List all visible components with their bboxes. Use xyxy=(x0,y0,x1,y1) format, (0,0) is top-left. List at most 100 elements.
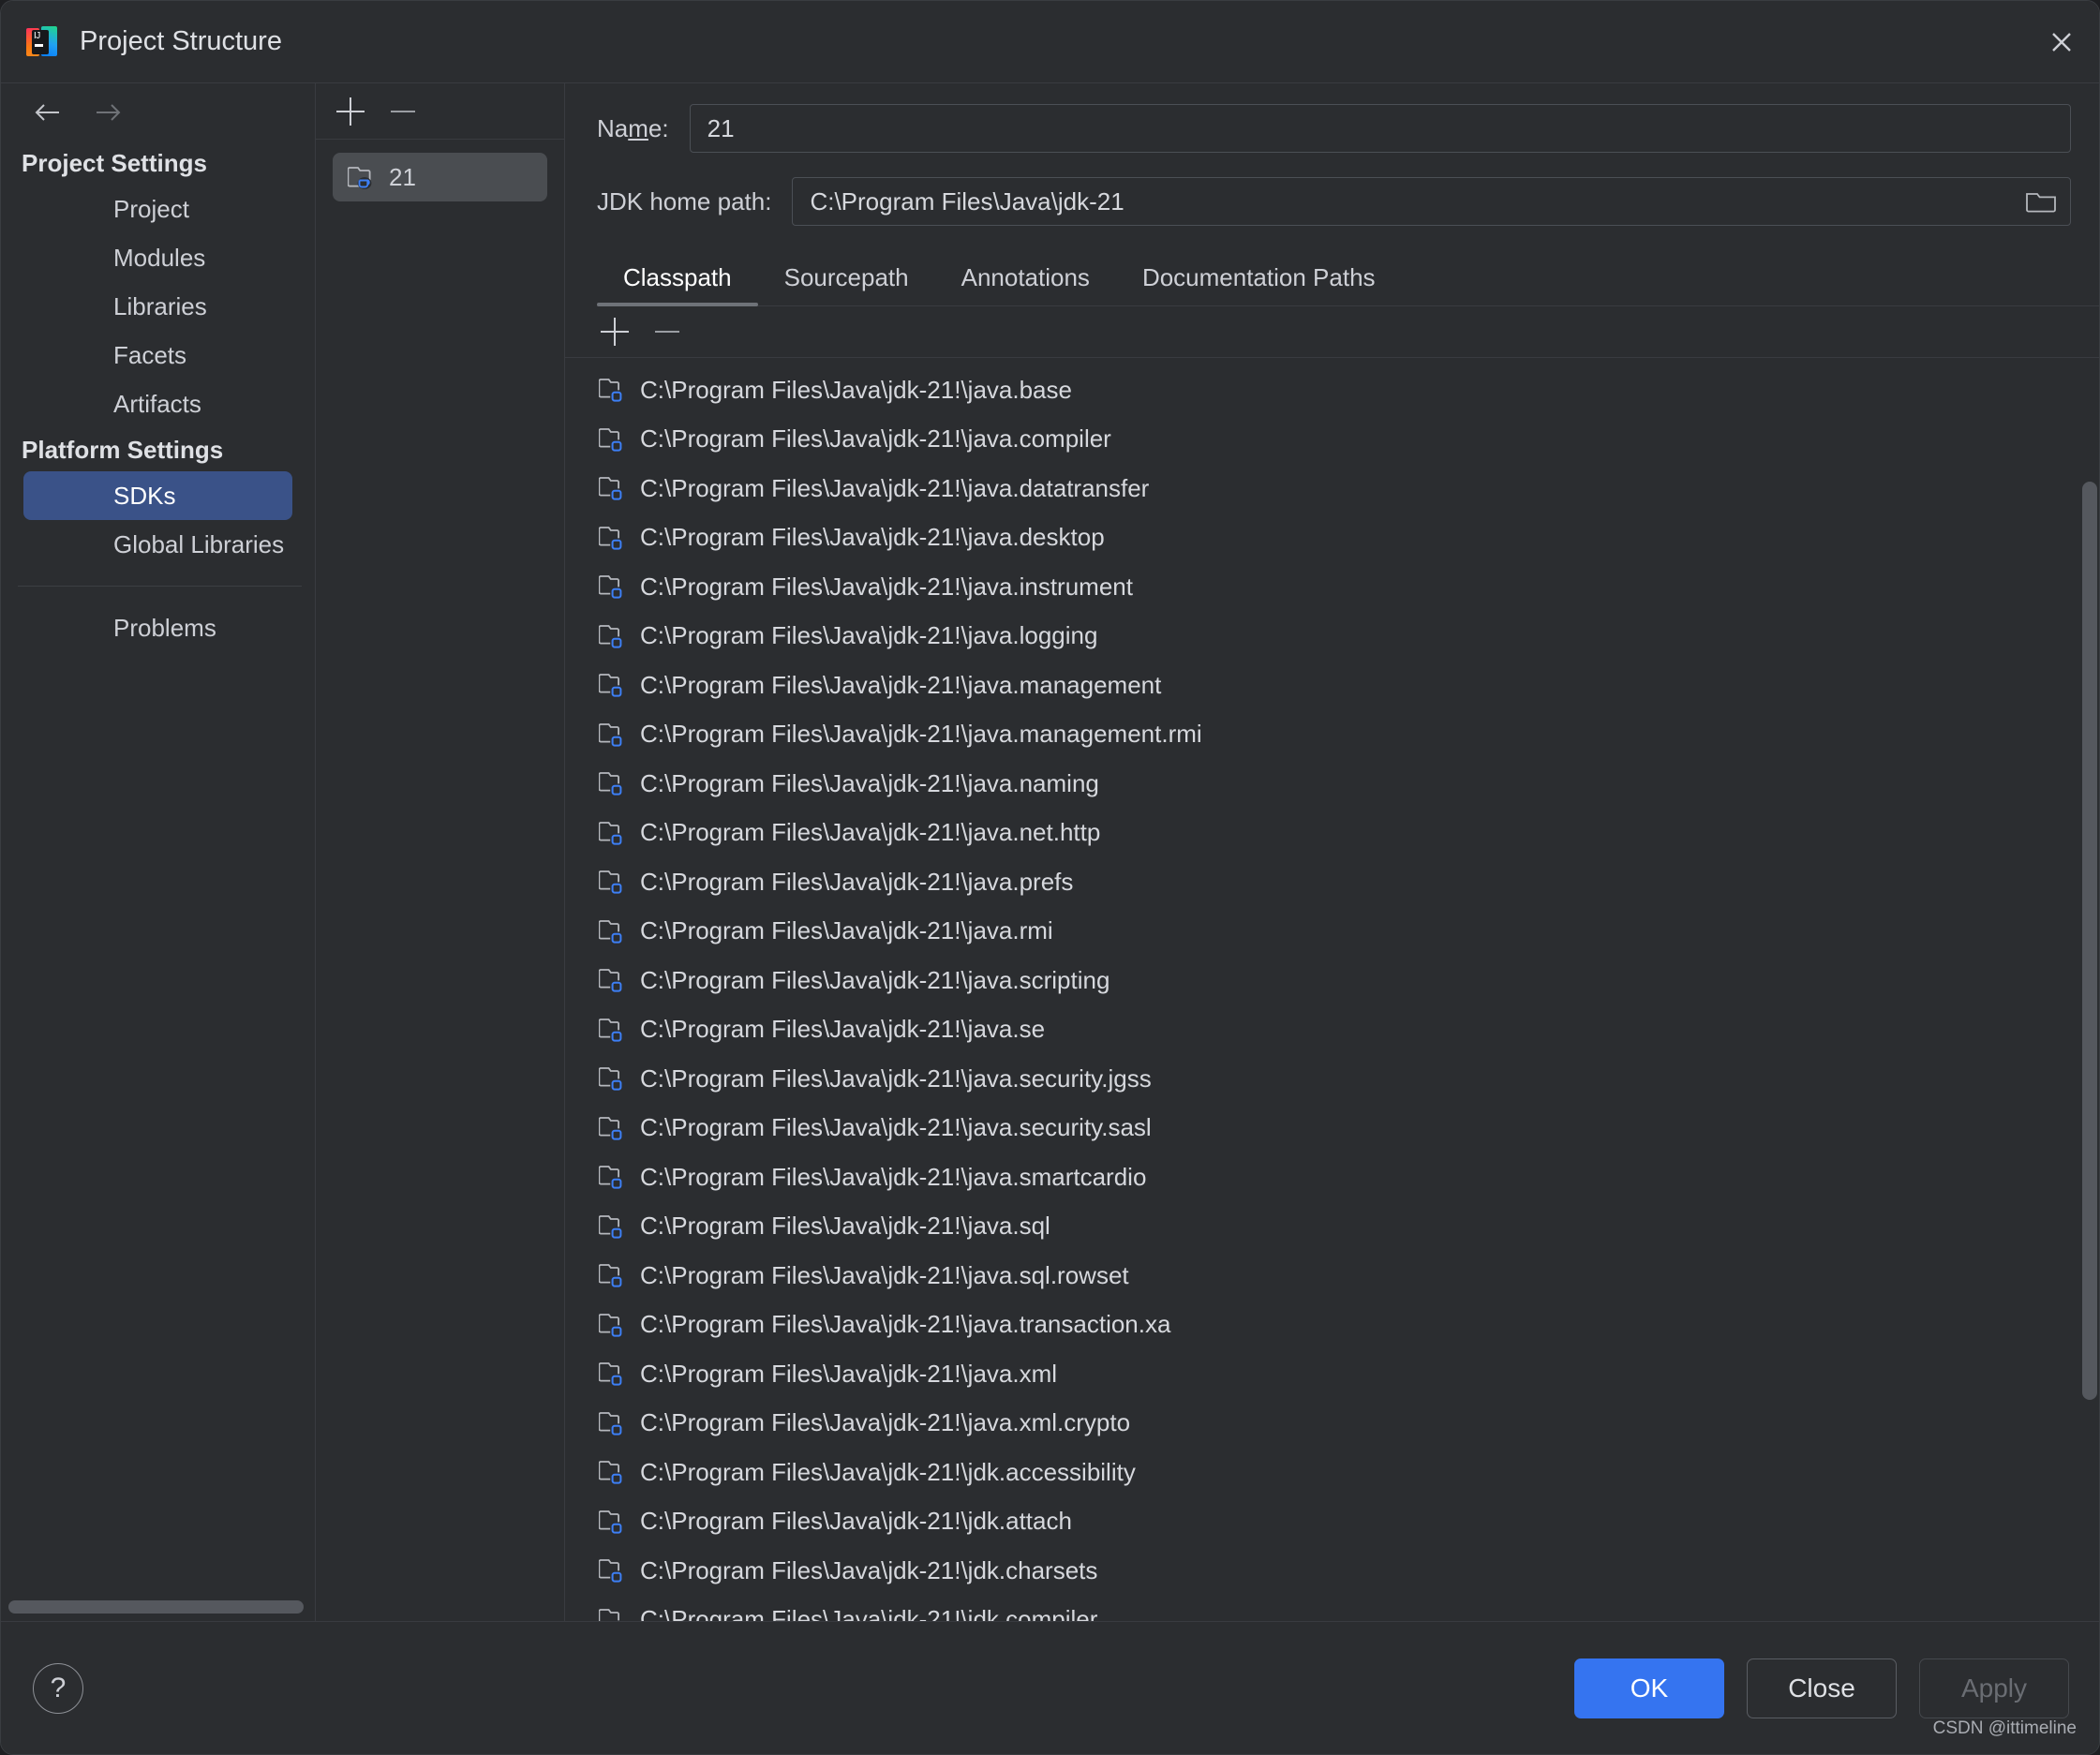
help-icon[interactable]: ? xyxy=(33,1662,83,1714)
classpath-vertical-scrollbar[interactable] xyxy=(2082,482,2097,1400)
sidebar-item-facets[interactable]: Facets xyxy=(23,331,292,379)
module-folder-icon xyxy=(598,376,627,404)
dialog-body: Project Settings Project Modules Librari… xyxy=(1,83,2099,1621)
classpath-entry-row[interactable]: C:\Program Files\Java\jdk-21!\java.rmi xyxy=(565,907,2099,957)
classpath-entry-label: C:\Program Files\Java\jdk-21!\java.sql.r… xyxy=(640,1260,1129,1289)
classpath-entry-row[interactable]: C:\Program Files\Java\jdk-21!\jdk.access… xyxy=(565,1448,2099,1497)
sidebar-heading-project-settings: Project Settings xyxy=(22,149,207,177)
classpath-entry-row[interactable]: C:\Program Files\Java\jdk-21!\java.instr… xyxy=(565,562,2099,612)
classpath-entry-label: C:\Program Files\Java\jdk-21!\java.se xyxy=(640,1015,1046,1044)
jdk-folder-icon xyxy=(347,163,376,191)
classpath-entry-label: C:\Program Files\Java\jdk-21!\java.namin… xyxy=(640,768,1099,797)
window-title: Project Structure xyxy=(80,26,282,56)
name-input[interactable]: 21 xyxy=(689,104,2071,153)
classpath-entry-row[interactable]: C:\Program Files\Java\jdk-21!\java.deskt… xyxy=(565,513,2099,563)
module-folder-icon xyxy=(598,1606,627,1621)
module-folder-icon xyxy=(598,1311,627,1339)
sidebar-item-libraries[interactable]: Libraries xyxy=(23,282,292,331)
classpath-entry-row[interactable]: C:\Program Files\Java\jdk-21!\java.trans… xyxy=(565,1301,2099,1350)
classpath-entry-row[interactable]: C:\Program Files\Java\jdk-21!\jdk.charse… xyxy=(565,1546,2099,1596)
ok-button[interactable]: OK xyxy=(1574,1658,1724,1718)
classpath-entry-row[interactable]: C:\Program Files\Java\jdk-21!\java.prefs xyxy=(565,857,2099,907)
module-folder-icon xyxy=(598,573,627,601)
classpath-entry-row[interactable]: C:\Program Files\Java\jdk-21!\java.scrip… xyxy=(565,956,2099,1005)
tab-sourcepath[interactable]: Sourcepath xyxy=(758,258,935,305)
close-button[interactable]: Close xyxy=(1747,1658,1897,1718)
apply-button: Apply xyxy=(1919,1658,2069,1718)
sidebar-item-problems[interactable]: Problems xyxy=(23,603,292,652)
module-folder-icon xyxy=(598,1114,627,1142)
tab-documentation-paths[interactable]: Documentation Paths xyxy=(1116,258,1402,305)
sidebar-item-artifacts[interactable]: Artifacts xyxy=(23,379,292,428)
classpath-entry-label: C:\Program Files\Java\jdk-21!\java.xml.c… xyxy=(640,1408,1131,1437)
name-field-label: Name: xyxy=(597,113,669,142)
tab-classpath[interactable]: Classpath xyxy=(597,258,758,306)
classpath-entry-row[interactable]: C:\Program Files\Java\jdk-21!\java.net.h… xyxy=(565,809,2099,858)
add-classpath-entry-icon[interactable] xyxy=(601,318,629,346)
classpath-entry-row[interactable]: C:\Program Files\Java\jdk-21!\java.manag… xyxy=(565,710,2099,760)
sdk-list-item-label: 21 xyxy=(389,162,416,191)
settings-sidebar: Project Settings Project Modules Librari… xyxy=(1,83,316,1621)
remove-classpath-entry-icon[interactable] xyxy=(653,318,681,346)
classpath-entry-row[interactable]: C:\Program Files\Java\jdk-21!\java.xml.c… xyxy=(565,1399,2099,1449)
module-folder-icon xyxy=(598,671,627,699)
sdk-detail-panel: Name: 21 JDK home path: C:\Program Files… xyxy=(565,83,2099,1621)
classpath-entry-label: C:\Program Files\Java\jdk-21!\jdk.compil… xyxy=(640,1605,1098,1621)
classpath-entry-label: C:\Program Files\Java\jdk-21!\java.net.h… xyxy=(640,818,1101,847)
classpath-entry-label: C:\Program Files\Java\jdk-21!\java.base xyxy=(640,375,1072,404)
classpath-entry-row[interactable]: C:\Program Files\Java\jdk-21!\java.sql xyxy=(565,1202,2099,1252)
sidebar-item-sdks[interactable]: SDKs xyxy=(23,471,292,520)
classpath-entry-row[interactable]: C:\Program Files\Java\jdk-21!\jdk.compil… xyxy=(565,1596,2099,1621)
classpath-entry-label: C:\Program Files\Java\jdk-21!\jdk.access… xyxy=(640,1457,1136,1486)
arrow-right-icon xyxy=(95,100,123,125)
module-folder-icon xyxy=(598,868,627,896)
jdk-home-path-label: JDK home path: xyxy=(597,186,772,216)
classpath-entry-label: C:\Program Files\Java\jdk-21!\java.prefs xyxy=(640,867,1074,896)
folder-browse-icon[interactable] xyxy=(2025,187,2057,216)
classpath-entry-label: C:\Program Files\Java\jdk-21!\java.instr… xyxy=(640,572,1133,601)
close-icon[interactable] xyxy=(2039,20,2084,65)
classpath-entry-row[interactable]: C:\Program Files\Java\jdk-21!\java.compi… xyxy=(565,415,2099,465)
classpath-entry-row[interactable]: C:\Program Files\Java\jdk-21!\java.se xyxy=(565,1005,2099,1055)
classpath-entry-row[interactable]: C:\Program Files\Java\jdk-21!\java.datat… xyxy=(565,464,2099,513)
classpath-entry-label: C:\Program Files\Java\jdk-21!\java.compi… xyxy=(640,424,1111,454)
classpath-entry-row[interactable]: C:\Program Files\Java\jdk-21!\java.loggi… xyxy=(565,612,2099,662)
classpath-entry-row[interactable]: C:\Program Files\Java\jdk-21!\java.namin… xyxy=(565,759,2099,809)
module-folder-icon xyxy=(598,966,627,994)
module-folder-icon xyxy=(598,1458,627,1486)
module-folder-icon xyxy=(598,1016,627,1044)
classpath-entry-label: C:\Program Files\Java\jdk-21!\java.rmi xyxy=(640,916,1053,945)
remove-sdk-icon[interactable] xyxy=(389,97,417,126)
classpath-entry-label: C:\Program Files\Java\jdk-21!\jdk.attach xyxy=(640,1507,1072,1536)
sidebar-item-project[interactable]: Project xyxy=(23,185,292,233)
classpath-entry-label: C:\Program Files\Java\jdk-21!\java.secur… xyxy=(640,1063,1152,1093)
classpath-entry-row[interactable]: C:\Program Files\Java\jdk-21!\java.manag… xyxy=(565,661,2099,710)
tab-annotations[interactable]: Annotations xyxy=(935,258,1116,305)
classpath-entry-row[interactable]: C:\Program Files\Java\jdk-21!\java.secur… xyxy=(565,1054,2099,1104)
jdk-home-path-input[interactable]: C:\Program Files\Java\jdk-21 xyxy=(792,177,2071,226)
module-folder-icon xyxy=(598,1212,627,1241)
classpath-entry-row[interactable]: C:\Program Files\Java\jdk-21!\java.secur… xyxy=(565,1104,2099,1153)
module-folder-icon xyxy=(598,1163,627,1191)
arrow-left-icon[interactable] xyxy=(33,100,61,125)
module-folder-icon xyxy=(598,1556,627,1584)
classpath-entry-row[interactable]: C:\Program Files\Java\jdk-21!\java.smart… xyxy=(565,1153,2099,1202)
classpath-entry-row[interactable]: C:\Program Files\Java\jdk-21!\java.base xyxy=(565,365,2099,415)
module-folder-icon xyxy=(598,1409,627,1437)
classpath-entry-row[interactable]: C:\Program Files\Java\jdk-21!\java.sql.r… xyxy=(565,1251,2099,1301)
classpath-entry-row[interactable]: C:\Program Files\Java\jdk-21!\jdk.attach xyxy=(565,1497,2099,1547)
sidebar-horizontal-scrollbar[interactable] xyxy=(8,1600,304,1614)
title-bar: IJ Project Structure xyxy=(1,1,2099,83)
classpath-entry-label: C:\Program Files\Java\jdk-21!\java.manag… xyxy=(640,670,1162,699)
module-folder-icon xyxy=(598,425,627,454)
sidebar-item-global-libraries[interactable]: Global Libraries xyxy=(23,520,292,569)
classpath-entry-label: C:\Program Files\Java\jdk-21!\java.smart… xyxy=(640,1162,1147,1191)
classpath-entry-row[interactable]: C:\Program Files\Java\jdk-21!\java.xml xyxy=(565,1349,2099,1399)
classpath-entry-list[interactable]: C:\Program Files\Java\jdk-21!\java.base C… xyxy=(565,358,2099,1621)
add-sdk-icon[interactable] xyxy=(336,97,365,126)
classpath-entry-label: C:\Program Files\Java\jdk-21!\java.trans… xyxy=(640,1310,1171,1339)
sidebar-item-modules[interactable]: Modules xyxy=(23,233,292,282)
sidebar-heading-platform-settings: Platform Settings xyxy=(22,436,224,464)
watermark: CSDN @ittimeline xyxy=(1932,1718,2077,1738)
sdk-list-item[interactable]: 21 xyxy=(333,153,547,201)
